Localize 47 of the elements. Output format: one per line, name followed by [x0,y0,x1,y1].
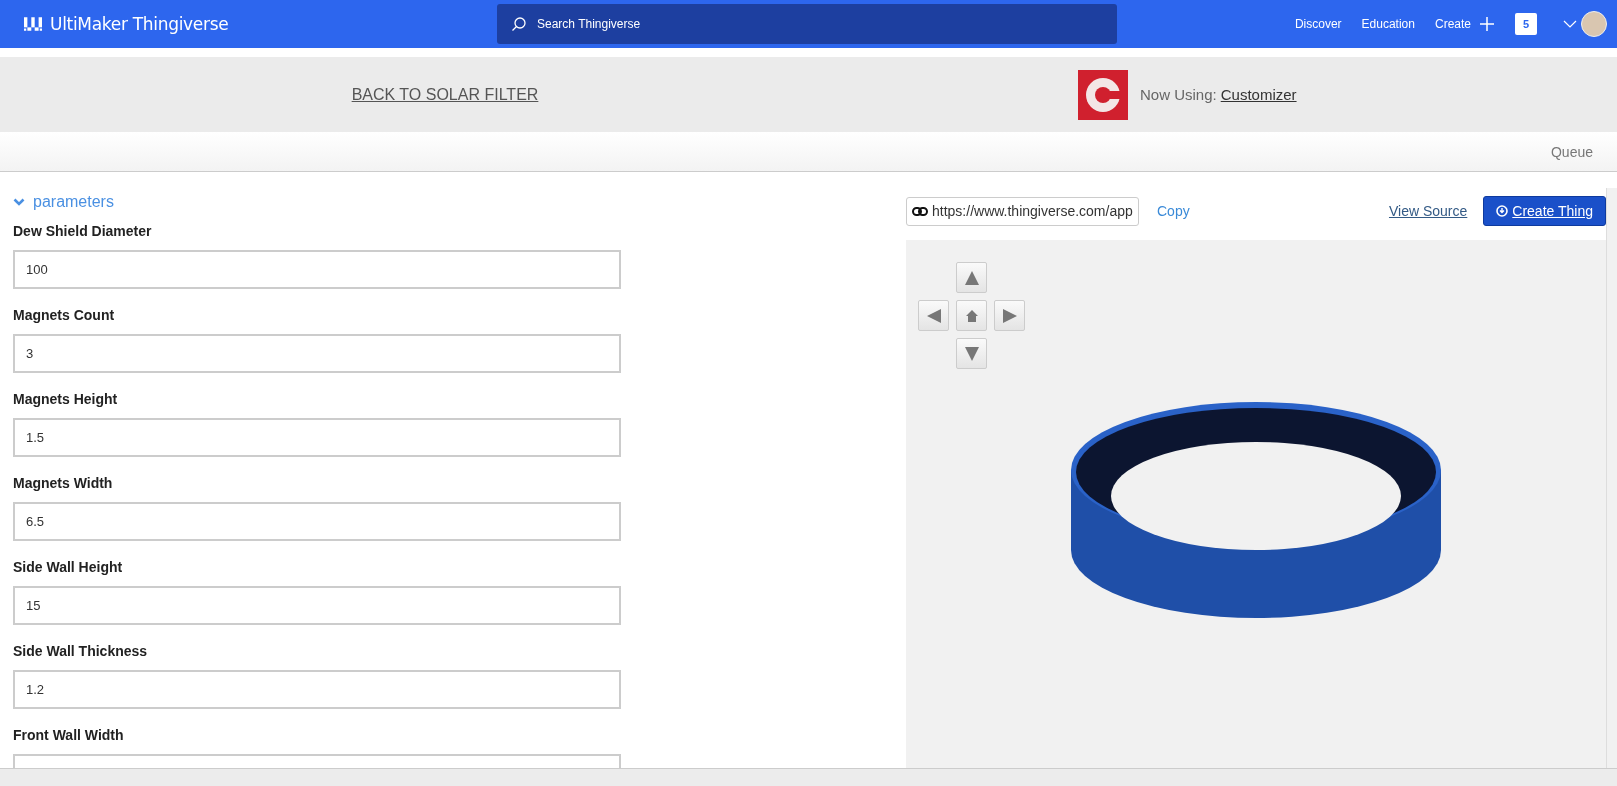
download-icon [1496,205,1509,217]
logo-icon [24,17,42,31]
input-field[interactable]: 1.5 [13,418,621,457]
field-label: Dew Shield Diameter [13,222,153,241]
input-field[interactable]: 100 [13,250,621,289]
avatar[interactable] [1581,11,1607,37]
field-label: Magnets Count [13,306,116,325]
input-field[interactable]: 3 [13,334,621,373]
notification-count[interactable]: 5 [1515,13,1537,35]
left-button[interactable] [918,300,949,331]
nav-link[interactable]: Create [1434,17,1471,31]
up-button[interactable] [956,262,987,293]
input-field[interactable]: 6.5 [13,502,621,541]
plus-icon[interactable] [1479,16,1495,32]
view-source-link[interactable]: View Source [1388,203,1468,219]
field-label: Magnets Width [13,474,114,493]
brand-name[interactable]: UltiMaker Thingiverse [50,14,229,34]
field-label: Side Wall Thickness [13,642,149,661]
field-label: Side Wall Height [13,558,124,577]
field-label: Magnets Height [13,390,119,409]
input-field[interactable]: 1.2 [13,670,621,709]
right-button[interactable] [994,300,1025,331]
link-icon [912,206,928,216]
right-arrow-icon [1001,307,1018,324]
home-icon [964,308,979,323]
search-field[interactable]: Search Thingiverse [497,4,1117,44]
input-field[interactable]: 15 [13,586,621,625]
queue-link[interactable]: Queue [1550,143,1593,160]
app-logo-icon [1078,69,1128,120]
now-using-label: Now Using: [1140,86,1217,103]
back-link[interactable]: BACK TO SOLAR FILTER [351,85,539,104]
search-icon [511,16,527,32]
home-button[interactable] [956,300,987,331]
create-thing-button[interactable]: Create Thing [1483,196,1606,226]
nav-link[interactable]: Discover [1294,17,1342,31]
copy-link[interactable]: Copy [1157,203,1190,219]
down-button[interactable] [956,338,987,369]
scrollbar[interactable] [1606,188,1617,768]
chevron-icon [13,198,25,206]
up-arrow-icon [963,269,980,286]
url-field[interactable]: https://www.thingiverse.com/app [906,196,1139,226]
left-arrow-icon [925,307,942,324]
chevron-down-icon[interactable] [1563,20,1577,28]
customizer-link[interactable]: Customizer [1220,86,1297,103]
down-arrow-icon [963,345,980,362]
nav-link[interactable]: Education [1361,17,1415,31]
field-label: Front Wall Width [13,726,125,745]
